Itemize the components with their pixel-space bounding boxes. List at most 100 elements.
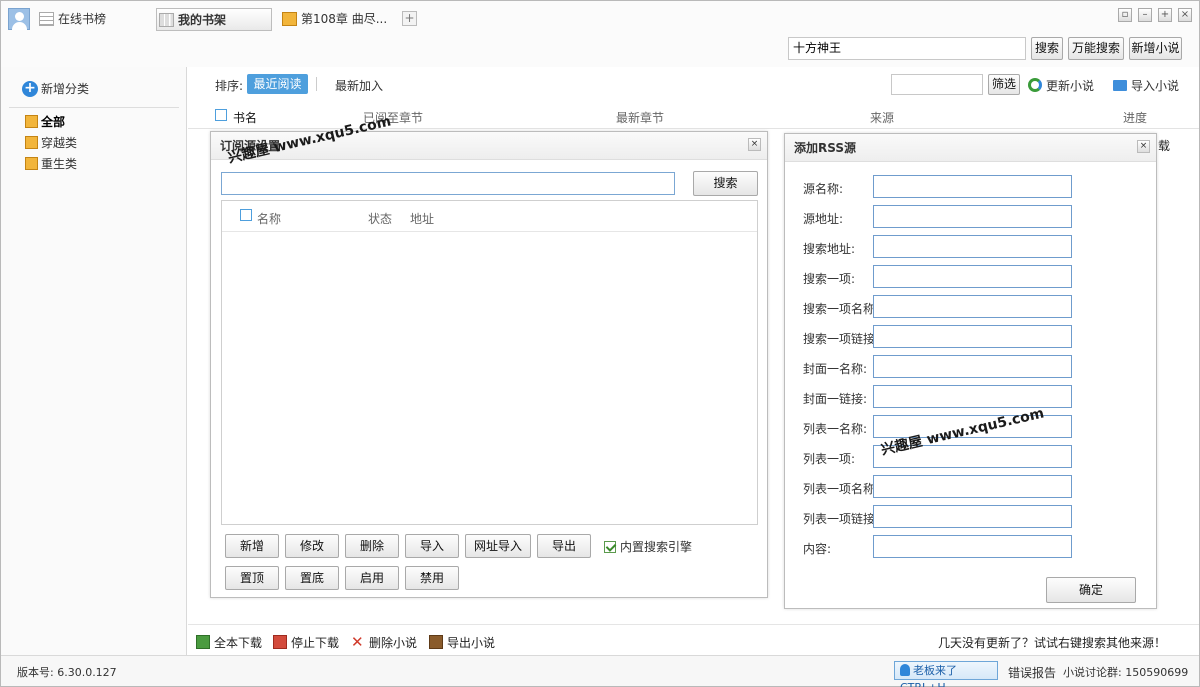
import-source-button[interactable]: 导入 — [405, 534, 459, 558]
builtin-engine-label: 内置搜索引擎 — [620, 540, 693, 554]
field-label-cover-name: 封面一名称: — [803, 362, 868, 376]
sort-recent-added[interactable]: 最新加入 — [335, 77, 383, 94]
import-novels-button[interactable]: 导入小说 — [1113, 77, 1179, 94]
source-list[interactable]: 名称 状态 地址 — [221, 200, 758, 525]
url-import-button[interactable]: 网址导入 — [465, 534, 531, 558]
minimize-icon[interactable]: – — [1138, 8, 1152, 22]
field-label-list-item-name: 列表一项名称: — [803, 482, 880, 496]
import-label: 导入小说 — [1131, 79, 1180, 93]
boss-key-button[interactable]: 老板来了CTRL+H — [894, 661, 998, 687]
tab-online-ranking[interactable]: 在线书榜 — [37, 8, 147, 31]
close-icon[interactable]: × — [1178, 8, 1192, 22]
list-item-name-input[interactable] — [873, 475, 1072, 498]
content-input[interactable] — [873, 535, 1072, 558]
maximize-icon[interactable]: + — [1158, 8, 1172, 22]
runner-icon — [900, 664, 910, 676]
add-source-button[interactable]: 新增 — [225, 534, 279, 558]
source-search-input[interactable] — [221, 172, 675, 195]
export-novel-button[interactable]: 导出小说 — [429, 634, 495, 651]
tab-label: 我的书架 — [178, 13, 227, 27]
close-icon[interactable]: × — [748, 138, 761, 151]
delete-x-icon: ✕ — [351, 633, 364, 651]
field-label-list-name: 列表一名称: — [803, 422, 868, 436]
stop-download-button[interactable]: 停止下载 — [273, 634, 339, 651]
select-all-sources-checkbox[interactable] — [240, 209, 252, 221]
update-novels-button[interactable]: 更新小说 — [1028, 77, 1094, 94]
refresh-icon — [1028, 78, 1042, 92]
search-item-name-input[interactable] — [873, 295, 1072, 318]
app-window: 在线书榜 我的书架 第108章 曲尽... + ▫ – + × 十方神王 搜索 … — [0, 0, 1200, 687]
error-report-link[interactable]: 错误报告 — [1008, 664, 1056, 681]
search-button[interactable]: 搜索 — [1031, 37, 1063, 60]
export-source-button[interactable]: 导出 — [537, 534, 591, 558]
close-icon[interactable]: × — [1137, 140, 1150, 153]
add-tab-button[interactable]: + — [402, 11, 417, 26]
download-all-button[interactable]: 全本下载 — [196, 634, 262, 651]
search-item-link-input[interactable] — [873, 325, 1072, 348]
disable-source-button[interactable]: 禁用 — [405, 566, 459, 590]
row-cell-fragment: 载 — [1158, 139, 1171, 153]
enable-source-button[interactable]: 启用 — [345, 566, 399, 590]
list-icon — [39, 11, 54, 26]
column-header-status: 状态 — [368, 212, 393, 226]
import-folder-icon — [1113, 79, 1127, 91]
field-label-search-url: 搜索地址: — [803, 242, 856, 256]
filter-input[interactable] — [891, 74, 983, 95]
tab-label: 第108章 曲尽... — [301, 12, 388, 26]
column-header-latest[interactable]: 最新章节 — [616, 109, 664, 126]
search-url-input[interactable] — [873, 235, 1072, 258]
bottom-action-bar: 全本下载 停止下载 ✕ 删除小说 导出小说 几天没有更新了？试试右键搜索其他来源！ — [188, 624, 1199, 655]
dialog-title: 添加RSS源 — [785, 134, 1156, 162]
source-search-button[interactable]: 搜索 — [693, 171, 758, 196]
stop-icon — [273, 635, 287, 649]
filter-button[interactable]: 筛选 — [988, 74, 1020, 95]
column-header-address: 地址 — [410, 212, 435, 226]
sort-bar: 排序: 最近阅读 最新加入 筛选 更新小说 导入小说 — [188, 67, 1199, 101]
sort-recent-read[interactable]: 最近阅读 — [247, 74, 308, 94]
action-label: 停止下载 — [291, 636, 340, 650]
list-item-link-input[interactable] — [873, 505, 1072, 528]
select-all-checkbox[interactable] — [215, 109, 227, 121]
confirm-button[interactable]: 确定 — [1046, 577, 1136, 603]
add-novel-button[interactable]: 新增小说 — [1129, 37, 1182, 60]
delete-source-button[interactable]: 删除 — [345, 534, 399, 558]
category-sidebar: + 新增分类 全部 穿越类 重生类 — [1, 67, 187, 655]
column-header-title[interactable]: 书名 — [233, 109, 257, 126]
novel-search-input[interactable]: 十方神王 — [788, 37, 1026, 60]
column-header-source[interactable]: 来源 — [870, 109, 894, 126]
status-bar: 版本号: 6.30.0.127 老板来了CTRL+H 错误报告 小说讨论群: 1… — [1, 655, 1199, 687]
user-avatar-icon[interactable] — [8, 8, 30, 30]
checkbox-checked-icon — [604, 540, 616, 553]
update-label: 更新小说 — [1046, 79, 1095, 93]
folder-icon — [25, 136, 38, 149]
universal-search-button[interactable]: 万能搜索 — [1068, 37, 1124, 60]
sidebar-item-all[interactable]: 全部 — [25, 113, 65, 131]
skin-icon[interactable]: ▫ — [1118, 8, 1132, 22]
delete-novel-button[interactable]: ✕ 删除小说 — [351, 634, 417, 651]
sidebar-item-label: 穿越类 — [41, 136, 78, 150]
cover-name-input[interactable] — [873, 355, 1072, 378]
sidebar-item-rebirth[interactable]: 重生类 — [25, 155, 77, 173]
builtin-engine-toggle[interactable]: 内置搜索引擎 — [604, 538, 692, 555]
add-category-button[interactable]: + 新增分类 — [22, 80, 89, 98]
source-url-input[interactable] — [873, 205, 1072, 228]
tab-reading-chapter[interactable]: 第108章 曲尽... — [280, 8, 395, 31]
pin-top-button[interactable]: 置顶 — [225, 566, 279, 590]
column-header-name: 名称 — [257, 212, 282, 226]
add-rss-source-dialog: 添加RSS源 × 源名称: 源地址: 搜索地址: 搜索一项: 搜索一项名称: 搜… — [784, 133, 1157, 609]
top-bar: 在线书榜 我的书架 第108章 曲尽... + ▫ – + × 十方神王 搜索 … — [1, 1, 1199, 67]
field-label-content: 内容: — [803, 542, 832, 556]
field-label-source-url: 源地址: — [803, 212, 844, 226]
source-name-input[interactable] — [873, 175, 1072, 198]
pin-bottom-button[interactable]: 置底 — [285, 566, 339, 590]
edit-source-button[interactable]: 修改 — [285, 534, 339, 558]
field-label-search-item: 搜索一项: — [803, 272, 856, 286]
search-item-input[interactable] — [873, 265, 1072, 288]
sidebar-item-time-travel[interactable]: 穿越类 — [25, 134, 77, 152]
discussion-group-label: 小说讨论群: 150590699 — [1063, 666, 1189, 679]
column-header-progress[interactable]: 进度 — [1123, 109, 1147, 126]
tab-my-bookshelf[interactable]: 我的书架 — [156, 8, 272, 31]
add-category-label: 新增分类 — [41, 82, 90, 96]
sort-divider — [316, 77, 317, 91]
tab-label: 在线书榜 — [58, 12, 107, 26]
